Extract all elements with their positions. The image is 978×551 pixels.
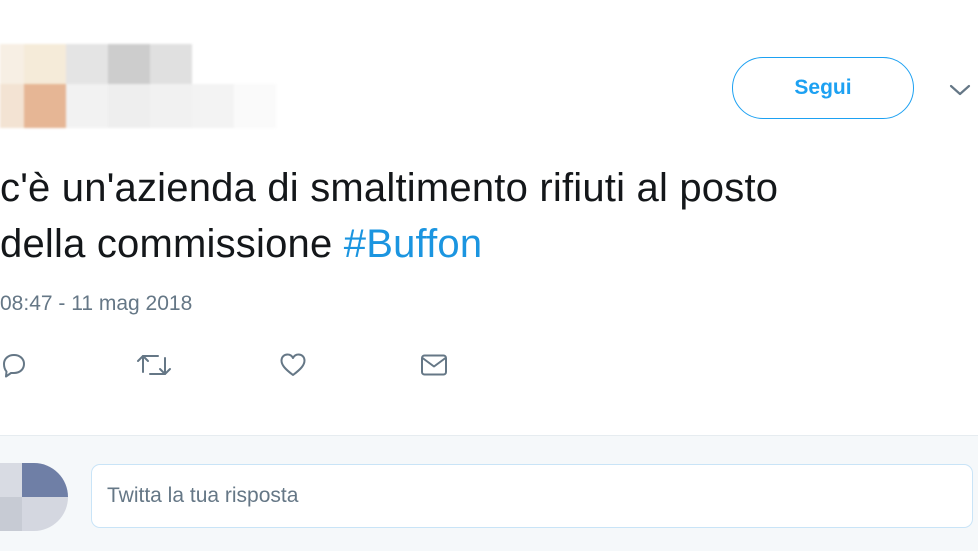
retweet-button[interactable]	[136, 350, 172, 384]
like-button[interactable]	[279, 350, 307, 384]
chevron-down-icon[interactable]	[946, 78, 974, 102]
direct-message-button[interactable]	[420, 350, 448, 384]
blurred-user-info[interactable]	[0, 44, 280, 128]
tweet-text-line-2: della commissione #Buffon	[0, 216, 970, 272]
tweet-text-line-1: c'è un'azienda di smaltimento rifiuti al…	[0, 166, 779, 210]
avatar	[0, 463, 68, 531]
heart-icon	[279, 351, 307, 384]
tweet-text-line-2-prefix: della commissione	[0, 222, 344, 266]
tweet-actions	[0, 350, 500, 384]
reply-icon	[0, 351, 28, 384]
tweet-text: c'è un'azienda di smaltimento rifiuti al…	[0, 160, 970, 272]
follow-button[interactable]: Segui	[732, 57, 914, 119]
hashtag-link[interactable]: #Buffon	[344, 222, 483, 266]
envelope-icon	[420, 351, 448, 384]
tweet-timestamp[interactable]: 08:47 - 11 mag 2018	[0, 292, 192, 316]
reply-button[interactable]	[0, 350, 28, 384]
tweet-card: Segui c'è un'azienda di smaltimento rifi…	[0, 0, 978, 435]
retweet-icon	[136, 351, 172, 384]
reply-placeholder: Twitta la tua risposta	[107, 484, 299, 507]
reply-input[interactable]: Twitta la tua risposta	[91, 464, 973, 528]
